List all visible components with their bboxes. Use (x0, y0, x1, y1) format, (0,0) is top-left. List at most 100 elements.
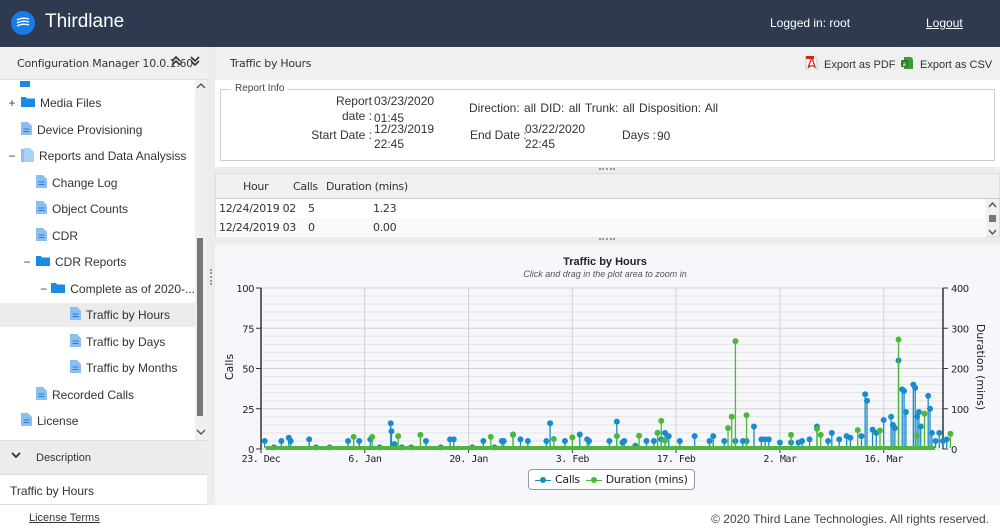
document-icon (70, 360, 81, 376)
traffic-chart[interactable]: Traffic by Hours Click and drag in the p… (215, 245, 1000, 505)
scroll-up-icon[interactable] (988, 201, 997, 210)
y-tick-label: 75 (242, 324, 254, 335)
license-terms-link[interactable]: License Terms (29, 512, 100, 524)
collapse-icon[interactable]: − (22, 255, 32, 269)
data-point (928, 429, 935, 436)
data-point (662, 437, 669, 444)
legend-label-calls: Calls (555, 473, 580, 486)
data-point (836, 436, 843, 443)
data-point (650, 437, 657, 444)
csv-icon: a (901, 56, 914, 73)
expand-icon[interactable]: + (7, 96, 17, 110)
data-point (524, 437, 531, 444)
cell-calls: 0 (308, 221, 315, 234)
data-point (943, 436, 950, 443)
collapse-icon[interactable]: − (7, 149, 17, 163)
tree-item-label: Reports and Data Analysiss (39, 149, 187, 163)
table-scrollbar[interactable] (986, 199, 999, 236)
tree-item-reports-and-data-analysiss[interactable]: − Reports and Data Analysiss (0, 144, 195, 168)
splitter-grip[interactable] (210, 269, 212, 285)
scroll-up-icon[interactable] (196, 82, 206, 92)
data-point (914, 432, 921, 439)
scrollbar-thumb[interactable] (197, 238, 203, 416)
col-calls[interactable]: Calls (293, 180, 318, 193)
scrollbar-thumb[interactable] (989, 215, 996, 222)
legend-item-duration[interactable]: Duration (mins) (585, 473, 688, 486)
document-icon (70, 333, 81, 350)
data-point (888, 413, 895, 420)
data-point (806, 436, 813, 443)
description-text: Traffic by Hours (10, 484, 95, 498)
config-manager-bar: Configuration Manager 10.0.1.60 (0, 47, 207, 80)
collapse-icon[interactable]: − (40, 282, 47, 296)
chart-svg[interactable]: Traffic by Hours Click and drag in the p… (215, 245, 1000, 505)
start-date-label: Start Date : (311, 128, 372, 142)
collapse-all-icon[interactable] (190, 55, 200, 70)
report-info-fieldset: Report Info Report date : 03/23/2020 01:… (220, 83, 995, 161)
scroll-down-icon[interactable] (196, 428, 206, 438)
vertical-splitter[interactable] (207, 47, 215, 505)
data-point (876, 427, 883, 434)
tree-item-label: Recorded Calls (52, 387, 135, 402)
data-point (828, 429, 835, 436)
data-point (586, 437, 593, 444)
col-hour[interactable]: Hour (243, 180, 269, 193)
data-point (912, 384, 919, 391)
export-csv-button[interactable]: a Export as CSV (901, 56, 992, 73)
tree-item-cdr[interactable]: CDR (0, 224, 195, 248)
data-point (480, 437, 487, 444)
tree-item-traffic-by-hours[interactable]: Traffic by Hours (0, 303, 195, 327)
logout-link[interactable]: Logout (926, 16, 963, 30)
tree-item-media-files[interactable]: + Media Files (0, 91, 195, 115)
data-point (817, 431, 824, 438)
chart-title: Traffic by Hours (563, 256, 647, 268)
data-point (891, 425, 898, 432)
report-date-label-2: date : (341, 109, 372, 123)
data-point (278, 437, 285, 444)
partial-tree-item (20, 80, 80, 87)
report-date-label-1: Report (335, 94, 372, 108)
data-point (287, 437, 294, 444)
tree-item-label: Change Log (52, 175, 118, 190)
expand-all-icon[interactable] (171, 55, 181, 70)
tree-item-label: CDR Reports (55, 255, 127, 269)
cell-hour: 12/24/2019 03 (219, 221, 296, 234)
thirdlane-logo-icon (11, 11, 35, 35)
table-row[interactable]: 12/24/2019 02 5 1.23 (216, 199, 986, 218)
data-point (654, 429, 661, 436)
data-point (927, 405, 934, 412)
tree-item-label: Device Provisioning (37, 122, 143, 137)
logged-in-user: Logged in: root (770, 16, 851, 30)
data-point (369, 433, 376, 440)
tree-item-label: Traffic by Hours (86, 308, 171, 322)
description-panel-header[interactable]: Description (0, 440, 207, 475)
data-point (517, 436, 524, 443)
data-point (895, 336, 902, 343)
horizontal-splitter-bottom[interactable] (215, 237, 1000, 243)
col-duration[interactable]: Duration (mins) (326, 180, 408, 193)
tree-item-license[interactable]: License (0, 409, 195, 433)
folder-icon (51, 282, 66, 296)
tree-item-device-provisioning[interactable]: Device Provisioning (0, 118, 195, 142)
table-row[interactable]: 12/24/2019 03 0 0.00 (216, 218, 986, 237)
tree-item-cdr-reports[interactable]: − CDR Reports (0, 250, 195, 274)
y2-axis-label: Duration (mins) (974, 324, 987, 410)
tree-item-traffic-by-months[interactable]: Traffic by Months (0, 356, 195, 380)
legend-item-calls[interactable]: Calls (535, 473, 580, 486)
tree-item-complete-as-of-2020[interactable]: − Complete as of 2020-... (0, 277, 195, 301)
x-tick-label: 3. Feb (556, 454, 590, 465)
tree-scrollbar[interactable] (195, 80, 207, 440)
navigation-tree: + Media Files Device Provisioning − Reports … (0, 80, 195, 440)
data-point (902, 408, 909, 415)
tree-item-recorded-calls[interactable]: Recorded Calls (0, 383, 195, 407)
export-pdf-button[interactable]: Export as PDF (805, 55, 896, 73)
scroll-down-icon[interactable] (988, 228, 997, 237)
tree-item-object-counts[interactable]: Object Counts (0, 197, 195, 221)
chevron-down-icon[interactable] (11, 451, 21, 462)
data-point (550, 435, 557, 442)
data-point (613, 433, 620, 440)
tree-item-traffic-by-days[interactable]: Traffic by Days (0, 330, 195, 354)
copyright-text: © 2020 Third Lane Technologies. All righ… (711, 512, 989, 526)
cell-duration: 1.23 (373, 202, 397, 215)
tree-item-change-log[interactable]: Change Log (0, 171, 195, 195)
